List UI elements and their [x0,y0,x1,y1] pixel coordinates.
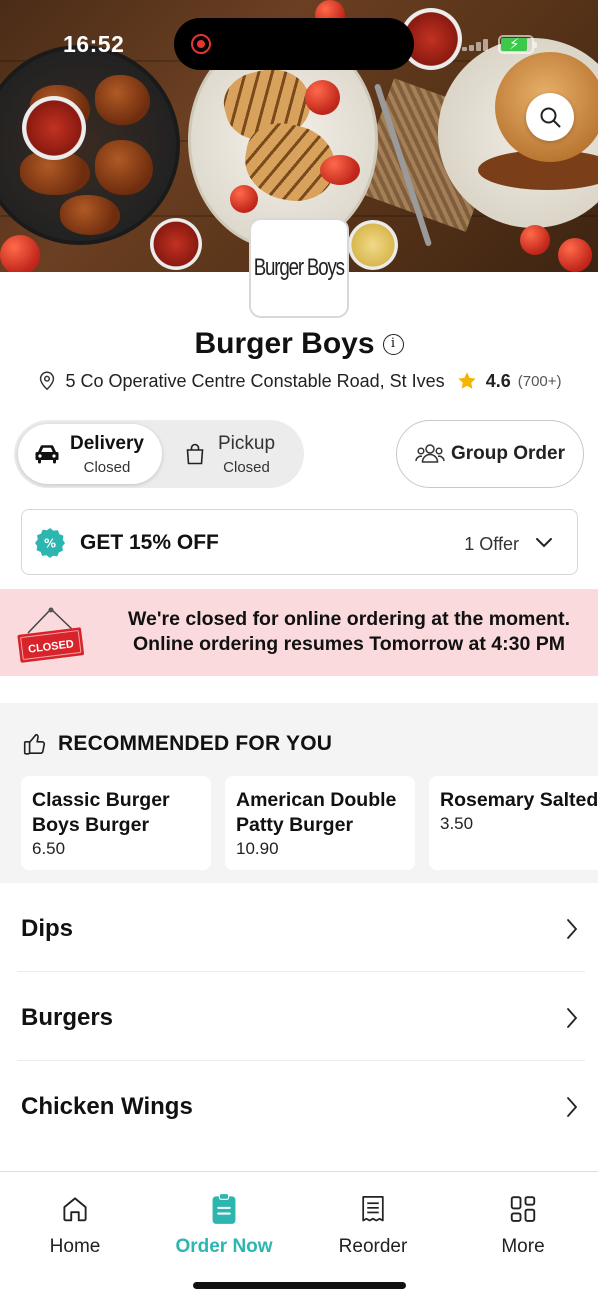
nav-order-now[interactable]: Order Now [154,1192,294,1258]
recommended-heading: RECOMMENDED FOR YOU [58,732,333,755]
status-time: 16:52 [63,31,125,57]
group-order-label: Group Order [450,443,565,464]
nav-reorder-label: Reorder [338,1236,408,1257]
recommended-item-card[interactable]: Rosemary Salted Fries 3.50 [429,776,598,870]
thumbs-up-icon [23,733,46,755]
recommended-item-price: 10.90 [236,839,279,858]
store-address: 5 Co Operative Centre Constable Road, St… [65,370,445,391]
svg-text:%: % [44,537,56,551]
nav-order-now-label: Order Now [175,1236,273,1257]
category-name: Dips [21,915,74,942]
recommended-item-card[interactable]: Classic Burger Boys Burger 6.50 [21,776,211,870]
offer-card[interactable]: % GET 15% OFF 1 Offer [21,509,578,575]
recommended-item-name: Rosemary Salted Fries [440,789,598,811]
category-row-dips[interactable]: Dips [17,883,585,972]
delivery-status: Closed [83,458,131,476]
group-users-icon [415,444,445,463]
shopping-bag-icon [186,443,204,465]
home-indicator[interactable] [193,1282,406,1289]
receipt-icon [362,1196,384,1222]
closed-sign-icon: CLOSED [17,607,84,663]
category-row-chicken-wings[interactable]: Chicken Wings [17,1061,585,1150]
pickup-label: Pickup [218,432,276,454]
recommended-item-name: American Double Patty Burger [236,789,397,836]
dynamic-island [174,18,414,70]
nav-more[interactable]: More [453,1192,593,1258]
bottom-navigation: Home Order Now Reorder More [0,1171,598,1300]
recommended-item-name: Classic Burger Boys Burger [32,789,170,836]
signal-icon [462,39,488,51]
status-bar: 16:52 ⚡ [0,0,598,90]
chevron-down-icon [536,538,552,548]
order-mode-toggle: Delivery Closed Pickup Closed [14,420,304,488]
nav-reorder[interactable]: Reorder [303,1192,443,1258]
star-icon [457,372,476,390]
recommended-section: RECOMMENDED FOR YOU Classic Burger Boys … [0,703,598,883]
nav-home-label: Home [49,1236,101,1257]
group-order-button[interactable]: Group Order [396,420,584,488]
store-logo-text: Burger Boys [253,254,345,281]
recommended-item-card[interactable]: American Double Patty Burger 10.90 [225,776,415,870]
recording-indicator-icon [191,34,211,54]
chevron-right-icon [567,1008,578,1028]
store-logo: Burger Boys [249,218,349,318]
order-icon [212,1193,236,1224]
category-row-burgers[interactable]: Burgers [17,972,585,1061]
location-pin-icon [40,371,55,391]
category-name: Burgers [21,1004,114,1031]
store-name: Burger Boys [194,327,375,361]
store-name-row: Burger Boys i [0,326,598,361]
search-icon [540,107,561,128]
closed-message-line1: We're closed for online ordering at the … [127,608,570,630]
recommended-header: RECOMMENDED FOR YOU [22,731,332,757]
discount-badge-icon: % [35,528,65,558]
pickup-status: Closed [223,458,270,476]
nav-more-label: More [501,1236,545,1257]
info-icon[interactable]: i [382,333,404,355]
recommended-item-price: 3.50 [440,814,474,833]
delivery-option[interactable]: Delivery Closed [18,424,162,484]
battery-charging-icon: ⚡ [498,35,537,54]
store-rating: 4.6 [485,370,511,391]
home-icon [63,1197,87,1222]
grid-icon [510,1196,536,1222]
store-address-row: 5 Co Operative Centre Constable Road, St… [0,370,598,392]
closed-notice-banner: CLOSED We're closed for online ordering … [0,589,598,676]
car-icon [35,445,59,464]
delivery-label: Delivery [70,432,144,454]
pickup-option[interactable]: Pickup Closed [180,424,300,484]
search-button[interactable] [526,93,574,141]
chevron-right-icon [567,1097,578,1117]
category-name: Chicken Wings [21,1093,193,1120]
store-rating-count: (700+) [517,372,562,390]
offer-count: 1 Offer [464,534,519,554]
recommended-item-price: 6.50 [32,839,66,858]
nav-home[interactable]: Home [5,1192,145,1258]
closed-message-line2: Online ordering resumes Tomorrow at 4:30… [133,633,565,655]
chevron-right-icon [567,919,578,939]
offer-title: GET 15% OFF [80,531,219,554]
